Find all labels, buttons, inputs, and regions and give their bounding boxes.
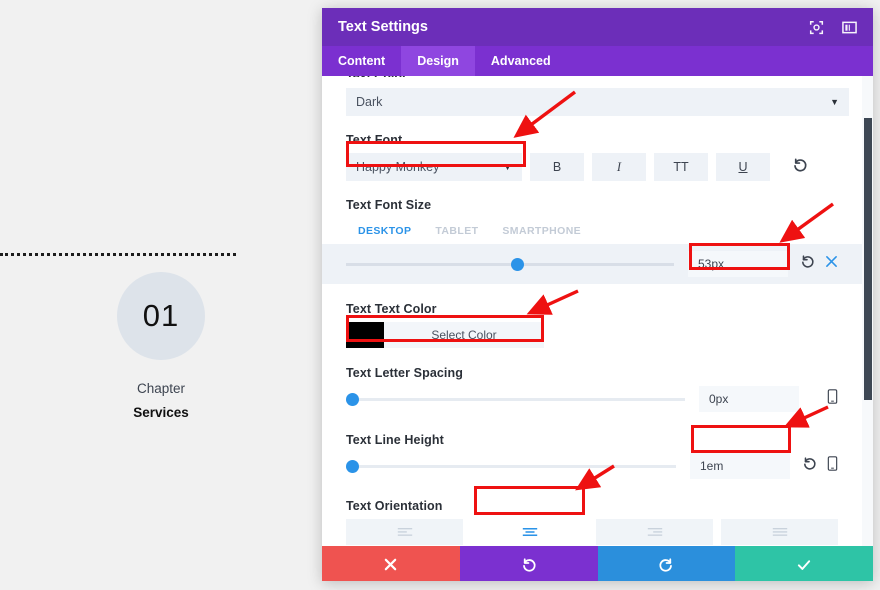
select-color-button[interactable]: Select Color <box>384 322 544 348</box>
chapter-number-circle: 01 <box>117 272 205 360</box>
modal-footer <box>322 546 873 581</box>
letter-spacing-row: 0px <box>322 386 862 412</box>
device-tab-smartphone[interactable]: SMARTPHONE <box>490 218 594 244</box>
fullscreen-icon[interactable] <box>809 20 824 35</box>
text-orientation-group <box>322 519 862 545</box>
scrollbar-track[interactable] <box>862 76 873 546</box>
line-height-actions <box>802 456 838 476</box>
undo-icon[interactable] <box>792 157 808 178</box>
text-text-color-label: Text Text Color <box>346 302 437 316</box>
text-font-select[interactable]: Happy Monkey ▼ <box>346 153 522 181</box>
align-center-icon[interactable] <box>471 519 588 545</box>
tab-content[interactable]: Content <box>322 46 401 76</box>
letter-spacing-slider-track[interactable] <box>346 392 685 406</box>
text-font-row: Happy Monkey ▼ B I TT U <box>346 153 849 181</box>
redo-button[interactable] <box>597 546 736 581</box>
font-size-slider-handle[interactable] <box>510 257 524 271</box>
align-right-icon[interactable] <box>596 519 713 545</box>
chapter-label: Chapter <box>136 381 186 396</box>
text-color-value: Dark <box>356 95 383 109</box>
underline-button[interactable]: U <box>716 153 770 181</box>
line-height-slider-handle[interactable] <box>346 459 359 473</box>
chapter-number: 01 <box>142 298 180 333</box>
align-justify-icon[interactable] <box>721 519 838 545</box>
dotted-divider <box>0 253 236 256</box>
line-height-row: 1em <box>322 453 862 479</box>
close-icon[interactable] <box>825 255 838 273</box>
chapter-title: Services <box>133 404 189 420</box>
text-color-label: Text Color <box>346 76 407 77</box>
font-size-slider-row: 53px <box>322 244 862 284</box>
italic-button[interactable]: I <box>592 153 646 181</box>
chevron-down-icon: ▼ <box>503 162 512 172</box>
letter-spacing-input[interactable]: 0px <box>699 386 799 412</box>
save-button[interactable] <box>735 546 873 581</box>
text-font-size-label: Text Font Size <box>346 198 432 212</box>
color-picker[interactable]: Select Color <box>346 322 544 348</box>
page-preview: 01 Chapter Services <box>0 0 322 590</box>
text-letter-spacing-label: Text Letter Spacing <box>346 366 463 380</box>
undo-button[interactable] <box>459 546 598 581</box>
modal-header: Text Settings <box>322 8 873 46</box>
letter-spacing-slider-handle[interactable] <box>346 392 359 406</box>
align-left-icon[interactable] <box>346 519 463 545</box>
modal-title: Text Settings <box>338 19 428 35</box>
chapter-module[interactable]: 01 Chapter Services <box>0 272 322 422</box>
line-height-input[interactable]: 1em <box>690 453 790 479</box>
undo-icon[interactable] <box>802 456 817 476</box>
undo-icon[interactable] <box>800 254 815 274</box>
text-orientation-label: Text Orientation <box>346 499 443 513</box>
uppercase-button[interactable]: TT <box>654 153 708 181</box>
text-line-height-label: Text Line Height <box>346 433 444 447</box>
bold-button[interactable]: B <box>530 153 584 181</box>
letter-spacing-actions <box>827 389 838 409</box>
font-size-input[interactable]: 53px <box>688 251 788 277</box>
color-swatch[interactable] <box>346 322 384 348</box>
text-color-select[interactable]: Dark ▼ <box>346 88 849 116</box>
device-tab-tablet[interactable]: TABLET <box>423 218 491 244</box>
text-settings-modal: Text Settings Content Design Advanced Da… <box>322 8 873 581</box>
tab-design[interactable]: Design <box>401 46 475 76</box>
line-height-slider-track[interactable] <box>346 459 676 473</box>
font-size-actions <box>800 254 838 274</box>
chevron-down-icon: ▼ <box>830 97 839 107</box>
device-tab-desktop[interactable]: DESKTOP <box>346 218 424 244</box>
tab-advanced[interactable]: Advanced <box>475 46 567 76</box>
text-font-value: Happy Monkey <box>356 160 440 174</box>
header-icon-group <box>809 20 857 35</box>
cancel-button[interactable] <box>322 546 460 581</box>
modal-body: Text Color Dark ▼ Text Font Happy Monkey… <box>322 76 873 546</box>
modal-tabbar: Content Design Advanced <box>322 46 873 76</box>
text-font-label: Text Font <box>346 133 403 147</box>
font-size-slider-track[interactable] <box>346 257 674 271</box>
mobile-icon[interactable] <box>827 389 838 409</box>
mobile-icon[interactable] <box>827 456 838 476</box>
device-tabs: DESKTOP TABLET SMARTPHONE <box>322 218 873 244</box>
scrollbar-thumb[interactable] <box>864 118 872 400</box>
layout-columns-icon[interactable] <box>842 20 857 35</box>
